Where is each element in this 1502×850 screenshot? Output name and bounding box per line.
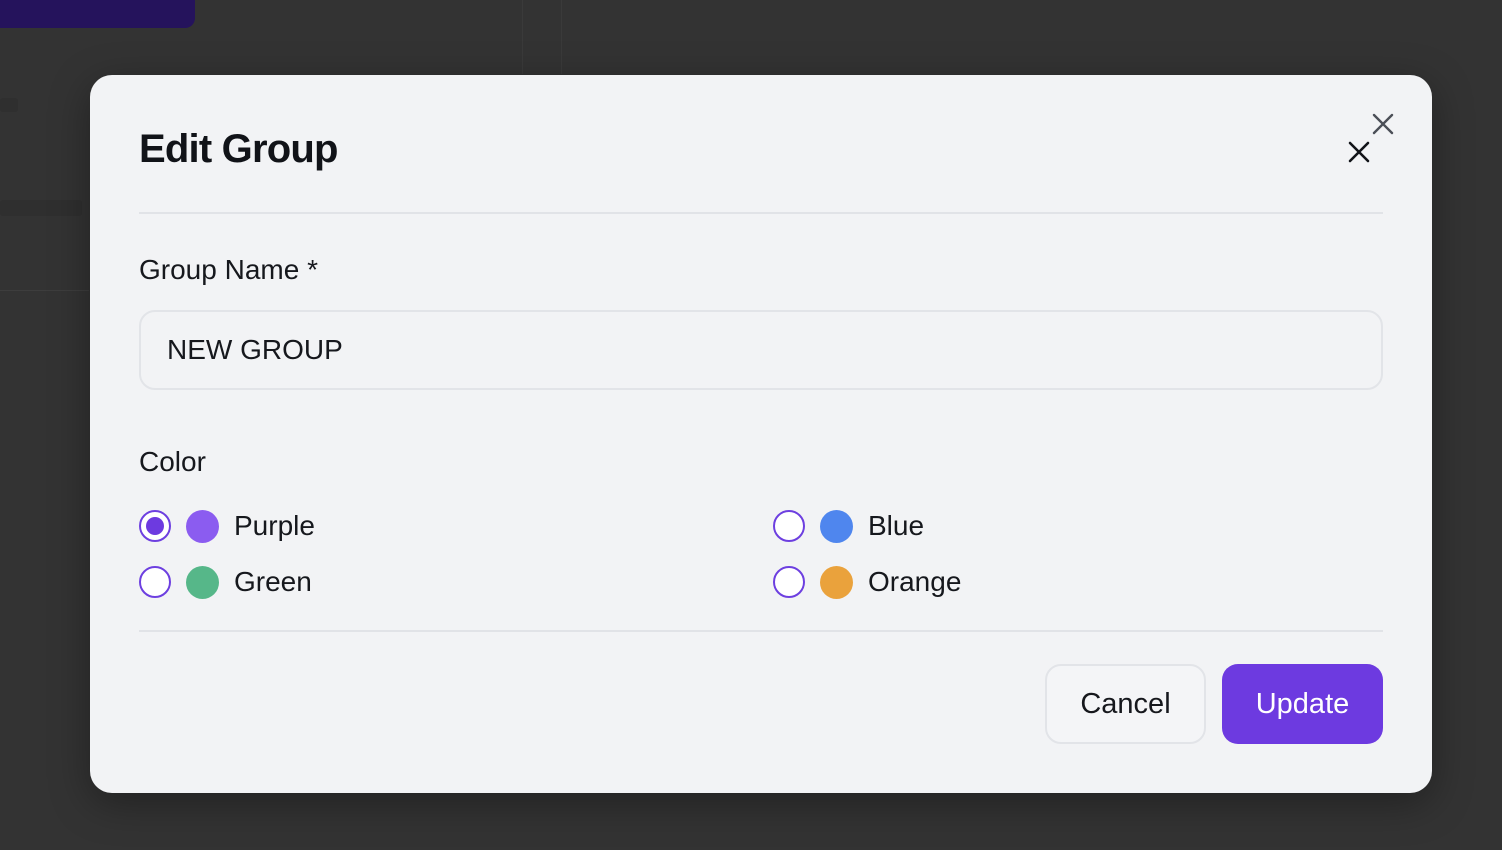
- blue-swatch: [820, 509, 853, 543]
- green-swatch: [186, 565, 219, 599]
- color-option-green[interactable]: Green: [139, 565, 312, 599]
- radio-selected-dot: [146, 517, 164, 535]
- update-button[interactable]: Update: [1222, 664, 1383, 744]
- close-icon: [1348, 141, 1370, 163]
- color-option-label: Blue: [868, 510, 925, 541]
- radio-button-green[interactable]: [139, 566, 171, 598]
- close-button[interactable]: [1343, 136, 1375, 168]
- color-option-label: Orange: [868, 566, 962, 597]
- dialog-title: Edit Group: [139, 127, 338, 171]
- radio-button-blue[interactable]: [773, 510, 805, 542]
- close-icon: [1372, 113, 1394, 135]
- radio-button-purple[interactable]: [139, 510, 171, 542]
- background-button: [0, 0, 195, 28]
- footer-divider: [139, 630, 1383, 632]
- background-text-fragment: [0, 98, 18, 112]
- edit-group-dialog: Edit Group Group Name * Color Purple Blu…: [90, 75, 1432, 793]
- color-label: Color: [139, 446, 206, 477]
- purple-swatch: [186, 509, 219, 543]
- background-text-fragment: [0, 200, 82, 216]
- color-option-label: Green: [234, 566, 312, 597]
- color-option-blue[interactable]: Blue: [773, 509, 924, 543]
- background-divider: [522, 0, 562, 74]
- radio-button-orange[interactable]: [773, 566, 805, 598]
- color-option-purple[interactable]: Purple: [139, 509, 315, 543]
- group-name-input[interactable]: [139, 310, 1383, 390]
- background-separator: [0, 290, 89, 291]
- color-option-label: Purple: [234, 510, 315, 541]
- color-option-orange[interactable]: Orange: [773, 565, 961, 599]
- cancel-button[interactable]: Cancel: [1045, 664, 1206, 744]
- header-divider: [139, 212, 1383, 214]
- group-name-label: Group Name *: [139, 254, 318, 285]
- orange-swatch: [820, 565, 853, 599]
